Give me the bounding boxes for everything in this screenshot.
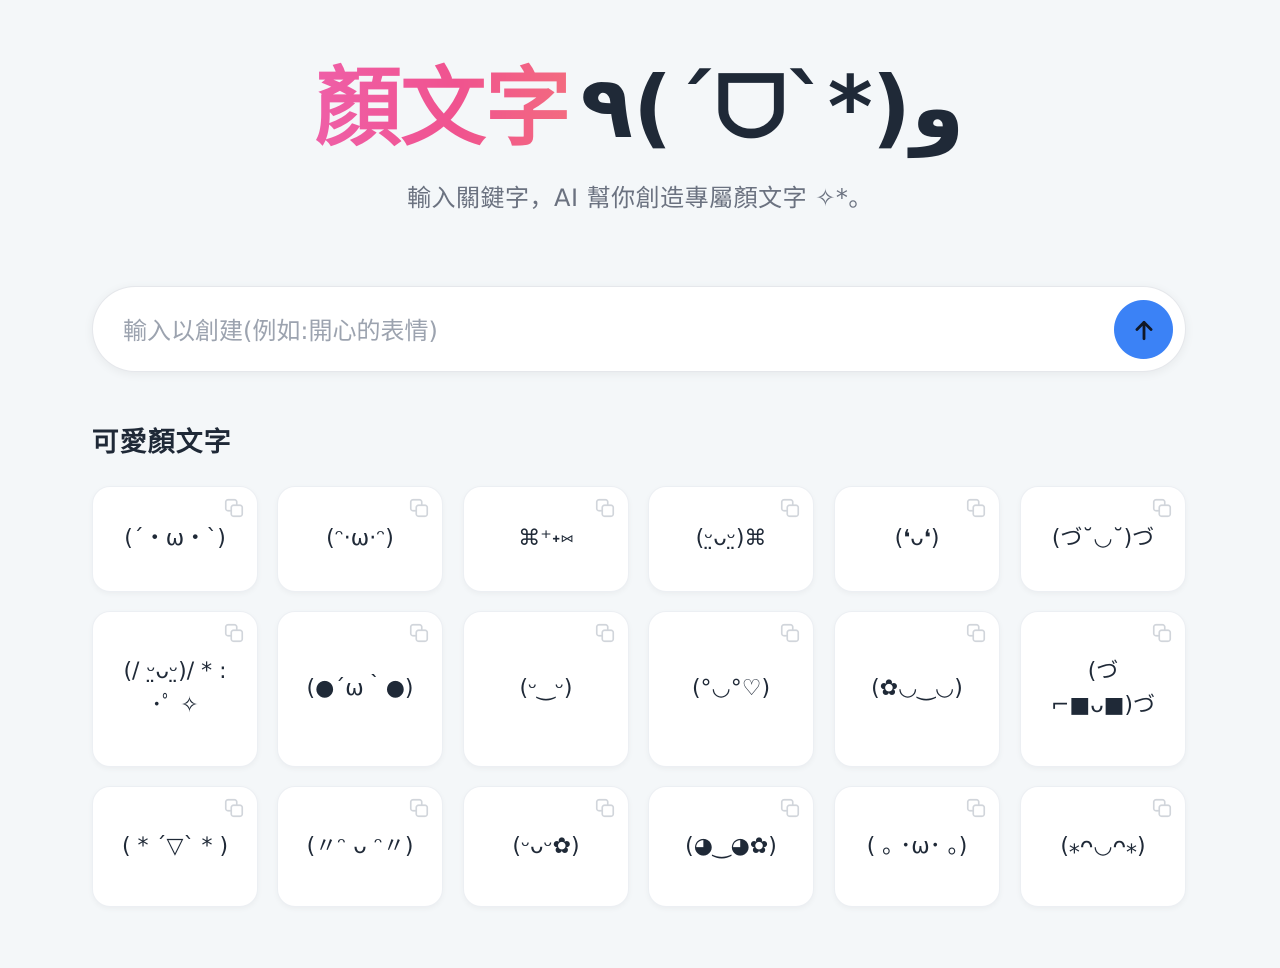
copy-icon[interactable] (223, 497, 245, 519)
page-title: 顏文字 ٩(ˊᗜˋ*)و (0, 52, 1280, 164)
copy-icon[interactable] (965, 797, 987, 819)
arrow-up-icon (1135, 320, 1152, 340)
copy-icon[interactable] (408, 622, 430, 644)
kaomoji-card[interactable]: ( * ´▽` * ) (92, 786, 258, 907)
copy-icon[interactable] (408, 497, 430, 519)
copy-icon[interactable] (594, 797, 616, 819)
copy-icon[interactable] (1151, 497, 1173, 519)
kaomoji-text: (●´ω｀●) (306, 676, 414, 701)
kaomoji-text: (✿◡‿◡) (871, 676, 963, 701)
title-kaomoji: ٩(ˊᗜˋ*)و (580, 58, 966, 158)
kaomoji-text: (ᵕᴗᵕ✿) (512, 833, 580, 859)
kaomoji-card[interactable]: (ᵕ̤ᴗᵕ̤)⌘ (648, 486, 814, 592)
copy-icon[interactable] (779, 622, 801, 644)
kaomoji-text: (´・ω・`) (124, 526, 226, 551)
copy-icon[interactable] (965, 622, 987, 644)
copy-icon[interactable] (1151, 622, 1173, 644)
kaomoji-card[interactable]: (〃ᵔ ᴗ ᵔ〃) (277, 786, 443, 907)
kaomoji-text: ( * ´▽` * ) (121, 833, 229, 859)
kaomoji-card[interactable]: (ᵕ‿ᵕ) (463, 611, 629, 767)
kaomoji-text: (づ⌐■ᴗ■)づ (1050, 659, 1156, 718)
copy-icon[interactable] (779, 497, 801, 519)
copy-icon[interactable] (779, 797, 801, 819)
copy-icon[interactable] (1151, 797, 1173, 819)
kaomoji-card[interactable]: (◕‿◕✿) (648, 786, 814, 907)
kaomoji-search-bar (92, 286, 1186, 372)
kaomoji-card[interactable]: (づ⌐■ᴗ■)づ (1020, 611, 1186, 767)
copy-icon[interactable] (594, 497, 616, 519)
copy-icon[interactable] (594, 622, 616, 644)
kaomoji-card[interactable]: ⌘⁺˖⑅ (463, 486, 629, 592)
kaomoji-text: (❛ᴗ❛) (894, 526, 940, 551)
kaomoji-text: (ᵔ·ω·ᵔ) (326, 526, 394, 551)
title-chinese: 顏文字 (315, 58, 572, 158)
kaomoji-card[interactable]: (⁎ᴖ◡ᴖ⁎) (1020, 786, 1186, 907)
page-subtitle: 輸入關鍵字，AI 幫你創造專屬顏文字 ✧*。 (407, 184, 873, 212)
kaomoji-text: (づ˘◡˘)づ (1051, 526, 1155, 551)
page: 顏文字٩(ˊᗜˋ*)و 輸入關鍵字，AI 幫你創造專屬顏文字 ✧*。 可愛顏文字… (0, 0, 1280, 968)
kaomoji-text: ( ｡ ･ω･ ｡) (866, 833, 968, 859)
kaomoji-text: (ᵕ̤ᴗᵕ̤)⌘ (695, 526, 767, 551)
hero-header: 顏文字 ٩(ˊᗜˋ*)و 輸入關鍵字，AI 幫你創造專屬顏文字 ✧*。 (0, 52, 1280, 213)
copy-icon[interactable] (965, 497, 987, 519)
kaomoji-text: (ᵕ‿ᵕ) (519, 676, 573, 701)
kaomoji-text: (°◡°♡) (691, 676, 771, 701)
kaomoji-text: ⌘⁺˖⑅ (518, 526, 574, 551)
kaomoji-card[interactable]: (ᵕᴗᵕ✿) (463, 786, 629, 907)
submit-button[interactable] (1114, 300, 1173, 359)
kaomoji-text: (◕‿◕✿) (685, 833, 777, 859)
kaomoji-text: (⁎ᴖ◡ᴖ⁎) (1060, 833, 1146, 859)
kaomoji-text: (/ ᵕ̤ᴗᵕ̤)/ * : ･ﾟ ✧ (123, 659, 227, 718)
kaomoji-card[interactable]: (/ ᵕ̤ᴗᵕ̤)/ * : ･ﾟ ✧ (92, 611, 258, 767)
kaomoji-card[interactable]: (✿◡‿◡) (834, 611, 1000, 767)
copy-icon[interactable] (223, 622, 245, 644)
kaomoji-card[interactable]: (°◡°♡) (648, 611, 814, 767)
kaomoji-card[interactable]: (づ˘◡˘)づ (1020, 486, 1186, 592)
kaomoji-card[interactable]: (❛ᴗ❛) (834, 486, 1000, 592)
kaomoji-text: (〃ᵔ ᴗ ᵔ〃) (306, 833, 414, 859)
kaomoji-prompt-input[interactable] (121, 307, 1095, 355)
kaomoji-card[interactable]: (´・ω・`) (92, 486, 258, 592)
section-title-cute-kaomoji: 可愛顏文字 (92, 427, 232, 458)
kaomoji-card[interactable]: (●´ω｀●) (277, 611, 443, 767)
kaomoji-card[interactable]: ( ｡ ･ω･ ｡) (834, 786, 1000, 907)
copy-icon[interactable] (223, 797, 245, 819)
copy-icon[interactable] (408, 797, 430, 819)
kaomoji-card[interactable]: (ᵔ·ω·ᵔ) (277, 486, 443, 592)
